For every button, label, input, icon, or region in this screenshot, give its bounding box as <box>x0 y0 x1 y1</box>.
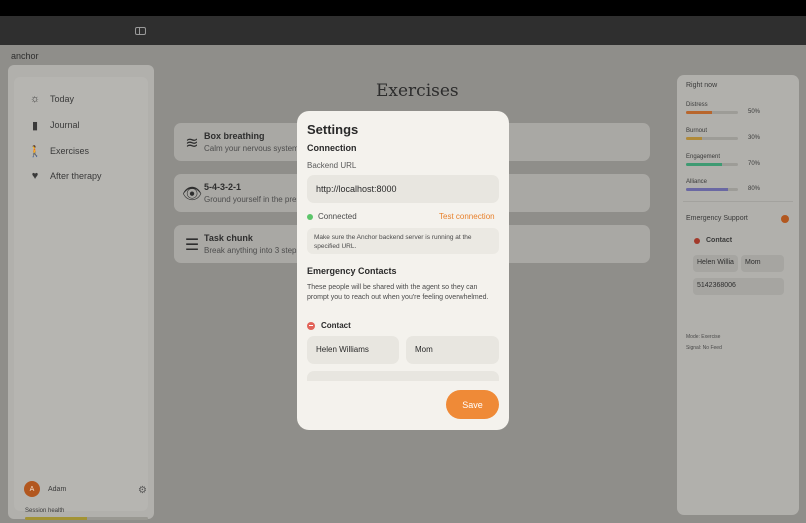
metric-bar <box>686 188 738 191</box>
window-titlebar <box>0 16 806 45</box>
contact-name-field[interactable]: Helen Willia <box>693 255 738 272</box>
metric-fill <box>686 111 712 114</box>
exercise-name: Box breathing <box>204 131 265 141</box>
contact-label: Contact <box>321 321 351 330</box>
divider <box>683 201 793 202</box>
metric-engagement: Engagement 70% <box>686 154 796 167</box>
metric-fill <box>686 137 702 140</box>
sidebar-item-label: Today <box>50 94 75 104</box>
metric-label: Engagement <box>686 154 721 160</box>
wind-icon: ≋ <box>185 135 199 152</box>
metric-burnout: Burnout 30% <box>686 128 796 141</box>
app-brand: anchor <box>11 51 39 61</box>
sidebar-item-today[interactable]: ☼ Today <box>28 91 74 107</box>
exercise-name: Task chunk <box>204 233 253 243</box>
contact-name-input[interactable]: Helen Williams <box>307 336 399 364</box>
heart-icon: ♥ <box>31 170 39 182</box>
sidebar-item-label: Journal <box>50 120 80 130</box>
walking-person-icon: 🚶 <box>28 145 42 158</box>
save-button[interactable]: Save <box>446 390 499 419</box>
metric-label: Distress <box>686 102 708 108</box>
right-now-title: Right now <box>686 82 718 89</box>
remove-contact-icon[interactable] <box>694 237 700 244</box>
status-dot-icon <box>307 213 313 220</box>
sidebar-item-journal[interactable]: ▮ Journal <box>28 117 80 133</box>
signal-text: Signal: No Feed <box>686 345 722 351</box>
connection-status: Connected <box>307 212 357 221</box>
sidebar-item-label: After therapy <box>50 171 102 181</box>
remove-contact-icon[interactable] <box>307 321 315 330</box>
metric-label: Alliance <box>686 179 708 185</box>
metric-value: 30% <box>748 135 761 141</box>
modal-title: Settings <box>307 122 359 137</box>
metric-bar <box>686 163 738 166</box>
test-connection-link[interactable]: Test connection <box>439 212 495 221</box>
backend-help-text: Make sure the Anchor backend server is r… <box>307 228 499 254</box>
page-title: Exercises <box>376 81 459 101</box>
sidebar: ☼ Today ▮ Journal 🚶 Exercises ♥ After th… <box>8 65 154 520</box>
user-name: Adam <box>48 485 67 493</box>
book-icon: ▮ <box>31 119 39 132</box>
exercise-name: 5-4-3-2-1 <box>204 182 242 192</box>
session-health-label: Session health <box>25 508 65 514</box>
metric-fill <box>686 163 723 166</box>
backend-url-label: Backend URL <box>307 161 357 170</box>
contact-phone-input[interactable] <box>307 371 499 381</box>
exercise-desc: Calm your nervous system <box>204 144 299 153</box>
exercise-desc: Break anything into 3 steps <box>204 246 301 255</box>
session-health-bar <box>25 517 148 520</box>
contact-relation-input[interactable]: Mom <box>406 336 499 364</box>
sun-icon: ☼ <box>29 93 41 105</box>
metric-label: Burnout <box>686 128 708 134</box>
user-profile[interactable]: A Adam <box>24 481 66 497</box>
contact-label: Contact <box>706 237 733 244</box>
session-health-fill <box>25 517 87 520</box>
settings-modal: Settings Connection Backend URL http://l… <box>297 111 509 430</box>
add-contact-icon[interactable] <box>781 215 789 223</box>
sidebar-item-after-therapy[interactable]: ♥ After therapy <box>28 168 102 184</box>
connection-heading: Connection <box>307 143 357 153</box>
contact-header: Contact <box>307 321 351 330</box>
metric-bar <box>686 111 738 114</box>
metric-alliance: Alliance 80% <box>686 179 796 192</box>
emergency-contacts-heading: Emergency Contacts <box>307 266 397 276</box>
gear-icon[interactable]: ⚙ <box>138 485 147 496</box>
eye-icon: 👁 <box>181 186 203 203</box>
metric-value: 50% <box>748 109 761 115</box>
contact-relation-field[interactable]: Mom <box>741 255 784 272</box>
contact-header: Contact <box>694 237 732 244</box>
sidebar-panel: ☼ Today ▮ Journal 🚶 Exercises ♥ After th… <box>14 77 148 511</box>
metric-distress: Distress 50% <box>686 102 796 115</box>
status-text: Connected <box>318 212 357 221</box>
mode-text: Mode: Exercise <box>686 334 721 340</box>
sidebar-item-exercises[interactable]: 🚶 Exercises <box>28 143 89 159</box>
sidebar-toggle-icon[interactable] <box>135 27 146 35</box>
backend-url-input[interactable]: http://localhost:8000 <box>307 175 499 203</box>
emergency-support-label: Emergency Support <box>686 215 748 222</box>
avatar: A <box>24 481 40 497</box>
list-icon: ☰ <box>184 237 200 254</box>
right-panel: Right now Distress 50% Burnout 30% Engag… <box>677 75 799 515</box>
exercise-desc: Ground yourself in the present <box>204 195 312 204</box>
emergency-contacts-desc: These people will be shared with the age… <box>307 284 489 301</box>
metric-value: 70% <box>748 161 761 167</box>
metric-fill <box>686 188 728 191</box>
sidebar-item-label: Exercises <box>50 146 90 156</box>
status-readout: Mode: Exercise Signal: No Feed <box>686 332 722 354</box>
contact-phone-field[interactable]: 5142368006 <box>693 278 784 295</box>
metric-bar <box>686 137 738 140</box>
metric-value: 80% <box>748 186 761 192</box>
